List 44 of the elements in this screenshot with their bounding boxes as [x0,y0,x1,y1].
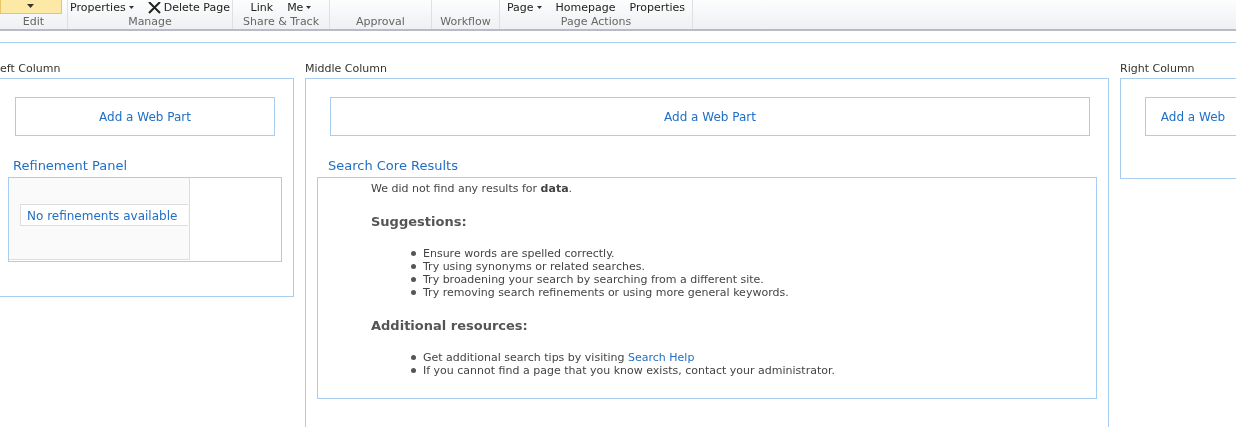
bullet-icon [411,290,416,295]
caret-icon [128,6,134,9]
bullet-icon [411,251,416,256]
section-heading: Suggestions: [371,214,468,229]
caret-icon [27,4,34,8]
section-heading: Additional resources: [371,318,529,333]
delete-icon [147,1,161,14]
web-part-title: Refinement Panel [13,158,129,173]
ribbon-group-label: Workflow [439,15,492,29]
ribbon-group-label: Approval [355,15,406,29]
list-item-text: Try using synonyms or related searches. [423,260,645,273]
add-web-part-button[interactable]: Add a Web [1145,97,1236,136]
list-item-text: If you cannot find a page that you know exists, contact your administrator. [423,364,835,377]
zone-label: eft Column [0,62,62,77]
ribbon-button[interactable]: Properties [629,1,686,14]
edit-button[interactable] [0,0,62,14]
ribbon-button[interactable]: Delete Page [147,1,230,14]
no-results-message: We did not find any results for data. [371,182,574,195]
ribbon-button[interactable]: Link [250,1,274,14]
bullet-icon [411,355,416,360]
add-web-part-button[interactable]: Add a Web Part [330,97,1090,136]
list-item-text: Get additional search tips by visiting Search Help [423,351,695,364]
bullet-icon [411,277,416,282]
ribbon-group-label: Edit [21,15,46,29]
zone-label: Right Column [1120,62,1196,77]
ribbon-button[interactable]: Me [287,1,312,14]
ribbon-button[interactable]: Homepage [555,1,616,14]
caret-icon [536,6,542,9]
zone-label: Middle Column [305,62,388,77]
list-item-text: Try removing search refinements or using more general keywords. [423,286,789,299]
ribbon-group-label: Manage [127,15,173,29]
ribbon-button[interactable]: Properties [70,1,134,14]
help-link[interactable]: Search Help [628,351,695,364]
ribbon-button[interactable]: Page [506,1,542,14]
refinement-message: No refinements available [20,204,188,226]
ribbon-group-label: Share & Track [241,15,321,29]
list-item-text: Try broadening your search by searching from a different site. [423,273,764,286]
list-item-text: Ensure words are spelled correctly. [423,247,615,260]
caret-icon [306,6,312,9]
ribbon-group-label: Page Actions [559,15,633,29]
add-web-part-button[interactable]: Add a Web Part [15,97,275,136]
bullet-icon [411,368,416,373]
web-part-title: Search Core Results [328,158,459,173]
bullet-icon [411,264,416,269]
